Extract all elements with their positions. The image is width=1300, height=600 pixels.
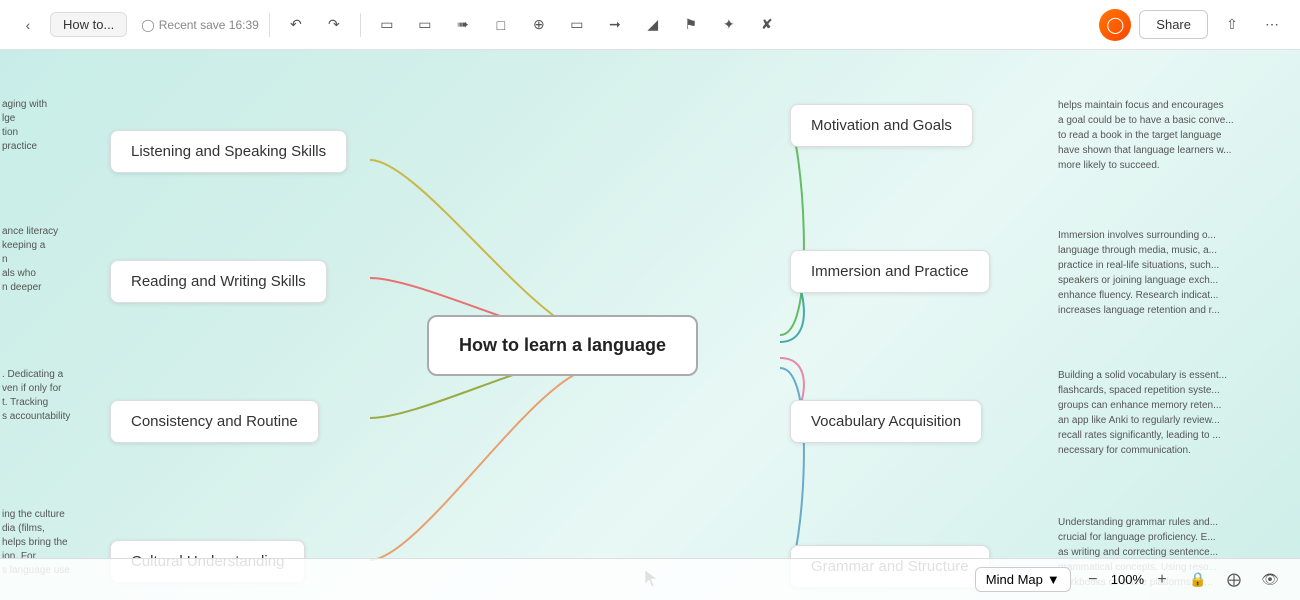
- tool-5[interactable]: ⊕: [523, 9, 555, 41]
- text-reading: ance literacykeeping anals whon deeper: [2, 225, 58, 295]
- save-timestamp: Recent save 16:39: [159, 18, 259, 32]
- text-listening: aging withlgetionpractice: [2, 98, 47, 154]
- canvas-area[interactable]: aging withlgetionpractice ance literacyk…: [0, 50, 1300, 600]
- zoom-minus-button[interactable]: −: [1081, 568, 1105, 592]
- node-consistency[interactable]: Consistency and Routine: [110, 400, 319, 443]
- node-reading[interactable]: Reading and Writing Skills: [110, 260, 327, 303]
- undo-button[interactable]: ↶: [280, 9, 312, 41]
- node-center[interactable]: How to learn a language: [427, 315, 698, 376]
- tool-9[interactable]: ⚑: [675, 9, 707, 41]
- tool-4[interactable]: □: [485, 9, 517, 41]
- toolbar-divider-2: [360, 13, 361, 37]
- export-button[interactable]: ⇧: [1216, 9, 1248, 41]
- mode-selector[interactable]: Mind Map ▼: [975, 567, 1071, 592]
- text-immersion: Immersion involves surrounding o...langu…: [1058, 228, 1220, 318]
- text-vocabulary: Building a solid vocabulary is essent...…: [1058, 368, 1227, 458]
- app-logo: ◯: [1099, 9, 1131, 41]
- tool-11[interactable]: ✘: [751, 9, 783, 41]
- toolbar-right: ◯ Share ⇧ ⋯: [1099, 9, 1288, 41]
- node-motivation[interactable]: Motivation and Goals: [790, 104, 973, 147]
- node-immersion[interactable]: Immersion and Practice: [790, 250, 990, 293]
- share-button[interactable]: Share: [1139, 10, 1208, 39]
- tool-7[interactable]: ➞: [599, 9, 631, 41]
- redo-button[interactable]: ↷: [318, 9, 350, 41]
- save-info: ◯ Recent save 16:39: [141, 18, 259, 32]
- tool-10[interactable]: ✦: [713, 9, 745, 41]
- tool-8[interactable]: ◢: [637, 9, 669, 41]
- tool-1[interactable]: ▭: [371, 9, 403, 41]
- tab-title-text: How to...: [63, 17, 114, 32]
- bottom-icons: 🔒 ⨁ 👁: [1184, 566, 1284, 594]
- toolbar-divider-1: [269, 13, 270, 37]
- tool-6[interactable]: ▭: [561, 9, 593, 41]
- eye-button[interactable]: 👁: [1256, 566, 1284, 594]
- back-button[interactable]: ‹: [12, 9, 44, 41]
- tab-title[interactable]: How to...: [50, 12, 127, 37]
- chevron-down-icon: ▼: [1047, 572, 1060, 587]
- zoom-level: 100%: [1111, 572, 1144, 587]
- node-vocabulary[interactable]: Vocabulary Acquisition: [790, 400, 982, 443]
- text-motivation: helps maintain focus and encouragesa goa…: [1058, 98, 1234, 173]
- clock-icon: ◯: [141, 18, 154, 32]
- lock-icon-button[interactable]: 🔒: [1184, 566, 1212, 594]
- more-button[interactable]: ⋯: [1256, 9, 1288, 41]
- toolbar: ‹ How to... ◯ Recent save 16:39 ↶ ↷ ▭ ▭ …: [0, 0, 1300, 50]
- text-consistency: . Dedicating aven if only fort. Tracking…: [2, 368, 70, 424]
- zoom-plus-button[interactable]: +: [1150, 568, 1174, 592]
- fullscreen-button[interactable]: ⨁: [1220, 566, 1248, 594]
- mode-label: Mind Map: [986, 572, 1043, 587]
- bottom-bar: Mind Map ▼ − 100% + 🔒 ⨁ 👁: [0, 558, 1300, 600]
- zoom-controls: − 100% +: [1081, 568, 1174, 592]
- tool-3[interactable]: ➠: [447, 9, 479, 41]
- node-listening[interactable]: Listening and Speaking Skills: [110, 130, 347, 173]
- tool-2[interactable]: ▭: [409, 9, 441, 41]
